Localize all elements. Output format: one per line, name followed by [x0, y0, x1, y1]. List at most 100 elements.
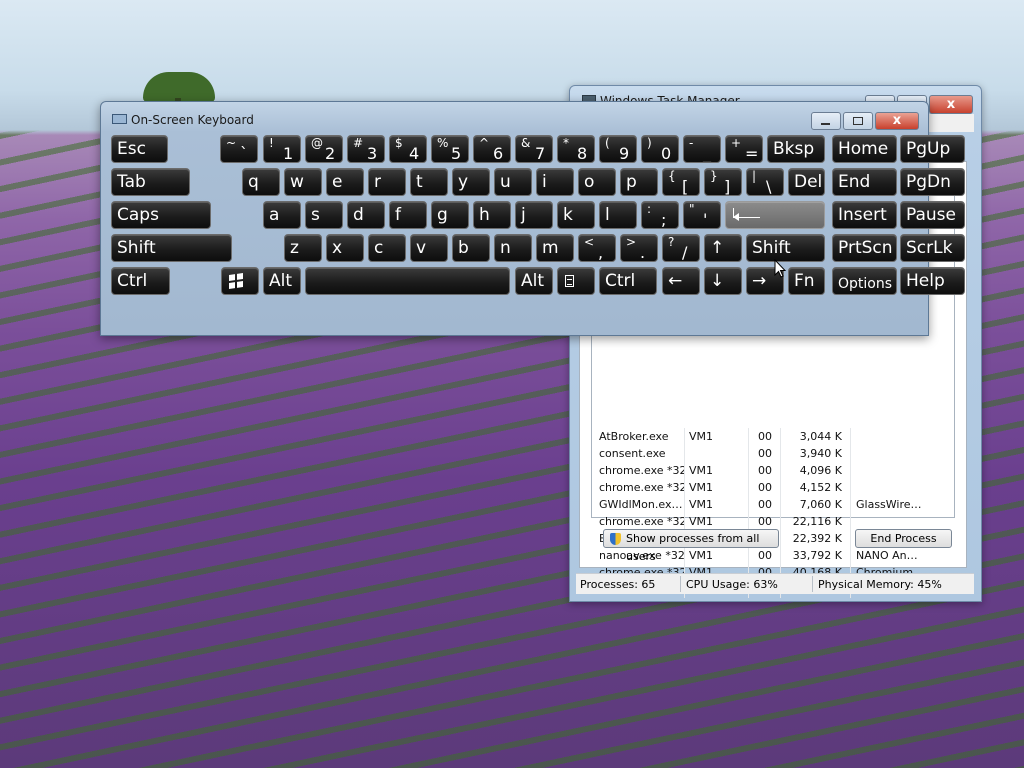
key-digit-0[interactable]: ) 0 — [641, 135, 679, 163]
key-shift-label: $ — [395, 136, 403, 150]
key-insert[interactable]: Insert — [832, 201, 897, 229]
key-q[interactable]: q — [242, 168, 280, 196]
key-digit-3[interactable]: #3 — [347, 135, 385, 163]
key-k[interactable]: k — [557, 201, 595, 229]
key-l[interactable]: l — [599, 201, 637, 229]
key-down[interactable]: ↓ — [704, 267, 742, 295]
key-j[interactable]: j — [515, 201, 553, 229]
status-cpu-usage: CPU Usage: 63% — [686, 578, 778, 591]
key-fn[interactable]: Fn — [788, 267, 825, 295]
key-pgup[interactable]: PgUp — [900, 135, 965, 163]
key-esc[interactable]: Esc — [111, 135, 168, 163]
key-o[interactable]: o — [578, 168, 616, 196]
key-label: _ — [703, 144, 711, 163]
close-button[interactable]: x — [929, 95, 973, 114]
key-rctrl[interactable]: Ctrl — [599, 267, 657, 295]
process-row[interactable]: chrome.exe *32 VM1 00 4,152 K — [592, 479, 954, 496]
key-tab[interactable]: Tab — [111, 168, 190, 196]
key-lbracket[interactable]: {[ — [662, 168, 700, 196]
key-pgdn[interactable]: PgDn — [900, 168, 965, 196]
key-label: w — [290, 172, 304, 192]
key-comma[interactable]: <, — [578, 234, 616, 262]
key-label: Alt — [521, 271, 545, 291]
key-m[interactable]: m — [536, 234, 574, 262]
key-prtscn[interactable]: PrtScn — [832, 234, 897, 262]
key-f[interactable]: f — [389, 201, 427, 229]
key-u[interactable]: u — [494, 168, 532, 196]
key-quote[interactable]: " ' — [683, 201, 721, 229]
key-pause[interactable]: Pause — [900, 201, 965, 229]
key-digit-5[interactable]: % 5 — [431, 135, 469, 163]
key-c[interactable]: c — [368, 234, 406, 262]
key-period[interactable]: >. — [620, 234, 658, 262]
windows-logo-icon — [229, 273, 243, 289]
key-digit-9[interactable]: (9 — [599, 135, 637, 163]
key-space[interactable] — [305, 267, 510, 295]
end-process-button[interactable]: End Process — [855, 529, 952, 548]
key-rbracket[interactable]: }] — [704, 168, 742, 196]
key-lctrl[interactable]: Ctrl — [111, 267, 170, 295]
key-g[interactable]: g — [431, 201, 469, 229]
process-row[interactable]: GWIdlMon.ex… VM1 00 7,060 K GlassWire… — [592, 496, 954, 513]
key-slash[interactable]: ? / — [662, 234, 700, 262]
key-bksp[interactable]: Bksp — [767, 135, 825, 163]
key-i[interactable]: i — [536, 168, 574, 196]
key-label: x — [332, 238, 343, 258]
key-help[interactable]: Help — [900, 267, 965, 295]
key-win[interactable] — [221, 267, 259, 295]
key-digit-8[interactable]: * 8 — [557, 135, 595, 163]
key-a[interactable]: a — [263, 201, 301, 229]
key-shift-label: % — [437, 136, 449, 150]
key-p[interactable]: p — [620, 168, 658, 196]
key-digit-1[interactable]: ! 1 — [263, 135, 301, 163]
key-equals[interactable]: + = — [725, 135, 763, 163]
process-row[interactable]: chrome.exe *32 VM1 00 22,116 K — [592, 513, 954, 530]
key-w[interactable]: w — [284, 168, 322, 196]
key-del[interactable]: Del — [788, 168, 825, 196]
key-e[interactable]: e — [326, 168, 364, 196]
key-digit-7[interactable]: & 7 — [515, 135, 553, 163]
key-shift-label: : — [647, 202, 652, 216]
key-tilde[interactable]: ~ ` — [220, 135, 258, 163]
key-z[interactable]: z — [284, 234, 322, 262]
key-menu[interactable] — [557, 267, 595, 295]
key-digit-6[interactable]: ^ 6 — [473, 135, 511, 163]
key-shift-label: > — [626, 235, 637, 249]
key-end[interactable]: End — [832, 168, 897, 196]
key-semicolon[interactable]: :; — [641, 201, 679, 229]
key-home[interactable]: Home — [832, 135, 897, 163]
key-h[interactable]: h — [473, 201, 511, 229]
key-options[interactable]: Options — [832, 267, 897, 295]
key-lalt[interactable]: Alt — [263, 267, 301, 295]
process-memory: 4,152 K — [799, 481, 842, 494]
key-scrlk[interactable]: ScrLk — [900, 234, 965, 262]
key-up[interactable]: ↑ — [704, 234, 742, 262]
process-row[interactable]: consent.exe 00 3,940 K — [592, 445, 954, 462]
process-row[interactable]: AtBroker.exe VM1 00 3,044 K — [592, 428, 954, 445]
key-lshift[interactable]: Shift — [111, 234, 232, 262]
key-label: Shift — [117, 238, 156, 258]
process-cpu: 00 — [758, 447, 772, 460]
key-x[interactable]: x — [326, 234, 364, 262]
key-digit-2[interactable]: @2 — [305, 135, 343, 163]
key-r[interactable]: r — [368, 168, 406, 196]
key-v[interactable]: v — [410, 234, 448, 262]
key-t[interactable]: t — [410, 168, 448, 196]
key-digit-4[interactable]: $4 — [389, 135, 427, 163]
key-left[interactable]: ← — [662, 267, 700, 295]
key-shift-label: | — [752, 169, 757, 183]
key-y[interactable]: y — [452, 168, 490, 196]
key-caps[interactable]: Caps — [111, 201, 211, 229]
key-enter[interactable] — [725, 201, 825, 229]
key-ralt[interactable]: Alt — [515, 267, 553, 295]
show-all-processes-button[interactable]: Show processes from all users — [603, 529, 779, 563]
key-backslash[interactable]: | \ — [746, 168, 784, 196]
process-row[interactable]: chrome.exe *32 VM1 00 4,096 K — [592, 462, 954, 479]
key-minus[interactable]: - _ — [683, 135, 721, 163]
key-rshift[interactable]: Shift — [746, 234, 825, 262]
key-s[interactable]: s — [305, 201, 343, 229]
key-d[interactable]: d — [347, 201, 385, 229]
key-b[interactable]: b — [452, 234, 490, 262]
on-screen-keyboard-window[interactable]: On-Screen Keyboard x Esc ~ `! 1 @2 #3 $4% 5 ^ 6 & 7… — [100, 101, 965, 336]
key-n[interactable]: n — [494, 234, 532, 262]
